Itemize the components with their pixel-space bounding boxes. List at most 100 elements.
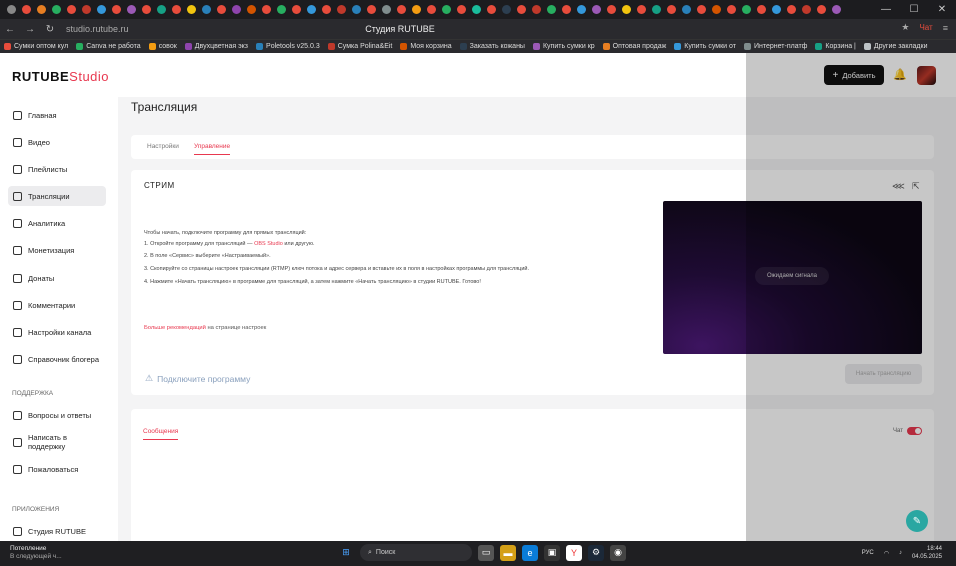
browser-tab-icon[interactable]	[424, 0, 439, 19]
rutube-studio-logo[interactable]: RUTUBEStudio	[12, 69, 109, 84]
sidebar-item-broadcast[interactable]: Трансляции	[8, 186, 106, 206]
browser-tab-icon[interactable]	[829, 0, 844, 19]
browser-tab-icon[interactable]	[379, 0, 394, 19]
browser-tab-icon[interactable]	[64, 0, 79, 19]
browser-tab-icon[interactable]	[19, 0, 34, 19]
browser-tab-icon[interactable]	[619, 0, 634, 19]
browser-tab-icon[interactable]	[439, 0, 454, 19]
obs-icon[interactable]: ◉	[610, 544, 626, 561]
bookmark-item[interactable]: Другие закладки	[863, 43, 928, 50]
sidebar-item-settings[interactable]: Настройки канала	[8, 322, 106, 342]
volume-icon[interactable]: ♪	[899, 550, 902, 556]
browser-tab-icon[interactable]	[319, 0, 334, 19]
sidebar-item-studio-app[interactable]: Студия RUTUBE	[8, 521, 106, 541]
bookmark-item[interactable]: Оптовая продаж	[602, 43, 666, 50]
browser-tab-icon[interactable]	[244, 0, 259, 19]
browser-tab-icon[interactable]	[4, 0, 19, 19]
browser-tab-icon[interactable]	[139, 0, 154, 19]
browser-tab-icon[interactable]	[529, 0, 544, 19]
minimize-icon[interactable]: —	[872, 0, 900, 19]
browser-tab-icon[interactable]	[664, 0, 679, 19]
browser-tab-icon[interactable]	[364, 0, 379, 19]
browser-tab-icon[interactable]	[334, 0, 349, 19]
browser-tab-icon[interactable]	[784, 0, 799, 19]
bookmark-item[interactable]: Canva не работа	[76, 43, 141, 50]
edge-icon[interactable]: e	[522, 544, 538, 561]
browser-tab-icon[interactable]	[544, 0, 559, 19]
browser-tab-icon[interactable]	[634, 0, 649, 19]
browser-tab-icon[interactable]	[229, 0, 244, 19]
browser-tab-icon[interactable]	[469, 0, 484, 19]
bookmark-item[interactable]: Корзина |	[815, 43, 856, 50]
bookmark-item[interactable]: Двухцветная экз	[184, 43, 248, 50]
browser-tab-icon[interactable]	[649, 0, 664, 19]
sidebar-item-monetization[interactable]: Монетизация	[8, 240, 106, 260]
steam-icon[interactable]: ⚙	[588, 544, 604, 561]
store-icon[interactable]: ▣	[544, 544, 560, 561]
bookmark-item[interactable]: совок	[148, 43, 177, 50]
maximize-icon[interactable]: ☐	[900, 0, 928, 19]
browser-tab-icon[interactable]	[499, 0, 514, 19]
browser-tab-icon[interactable]	[769, 0, 784, 19]
browser-tab-icon[interactable]	[214, 0, 229, 19]
bookmark-star-icon[interactable]: ★	[901, 22, 909, 33]
more-recommendations-link[interactable]: Больше рекомендаций	[144, 325, 206, 331]
chat-label[interactable]: Чат	[919, 23, 932, 32]
browser-tab-icon[interactable]	[109, 0, 124, 19]
explorer-icon[interactable]: ▬	[500, 544, 516, 561]
browser-tab-icon[interactable]	[739, 0, 754, 19]
browser-tab-icon[interactable]	[559, 0, 574, 19]
taskbar-search[interactable]: ⌕ Поиск	[360, 544, 472, 561]
sidebar-item-comments[interactable]: Комментарии	[8, 295, 106, 315]
browser-tab-icon[interactable]	[799, 0, 814, 19]
windows-start-icon[interactable]: ⊞	[338, 545, 354, 561]
sidebar-item-home[interactable]: Главная	[8, 105, 106, 125]
browser-tab-icon[interactable]	[604, 0, 619, 19]
browser-tab-icon[interactable]	[814, 0, 829, 19]
browser-tab-icon[interactable]	[289, 0, 304, 19]
browser-tab-icon[interactable]	[274, 0, 289, 19]
tray-lang[interactable]: РУС	[862, 550, 874, 556]
browser-tab-icon[interactable]	[409, 0, 424, 19]
browser-tab-icon[interactable]	[589, 0, 604, 19]
browser-tab-icon[interactable]	[124, 0, 139, 19]
browser-tab-icon[interactable]	[154, 0, 169, 19]
tab-messages[interactable]: Сообщения	[143, 428, 178, 440]
bookmark-item[interactable]: Poletools v25.0.3	[256, 43, 320, 50]
yandex-browser-icon[interactable]: Y	[566, 544, 582, 561]
clock[interactable]: 18:44 04.05.2025	[912, 545, 942, 561]
browser-tab-icon[interactable]	[184, 0, 199, 19]
browser-tab-icon[interactable]	[454, 0, 469, 19]
browser-tab-icon[interactable]	[394, 0, 409, 19]
sidebar-item-support-1[interactable]: Написать в поддержку	[8, 432, 106, 452]
browser-tab-icon[interactable]	[304, 0, 319, 19]
bookmark-item[interactable]: Купить сумки от	[674, 43, 736, 50]
obs-studio-link[interactable]: OBS Studio	[254, 241, 283, 247]
browser-tab-icon[interactable]	[94, 0, 109, 19]
browser-tab-icon[interactable]	[49, 0, 64, 19]
browser-tab-icon[interactable]	[169, 0, 184, 19]
sidebar-item-donations[interactable]: Донаты	[8, 268, 106, 288]
browser-tab-icon[interactable]	[724, 0, 739, 19]
browser-tab-icon[interactable]	[709, 0, 724, 19]
task-view-icon[interactable]: ▭	[478, 544, 494, 561]
bookmark-item[interactable]: Сумка Polina&Eit	[327, 43, 392, 50]
browser-tab-icon[interactable]	[349, 0, 364, 19]
sidebar-item-support-2[interactable]: Пожаловаться	[8, 459, 106, 479]
sidebar-item-playlist[interactable]: Плейлисты	[8, 159, 106, 179]
bookmark-item[interactable]: Сумки оптом кул	[4, 43, 68, 50]
sidebar-item-analytics[interactable]: Аналитика	[8, 213, 106, 233]
browser-tab-icon[interactable]	[79, 0, 94, 19]
browser-tab-icon[interactable]	[754, 0, 769, 19]
browser-tab-icon[interactable]	[694, 0, 709, 19]
help-chat-button[interactable]: ✎	[906, 510, 928, 532]
browser-tab-icon[interactable]	[34, 0, 49, 19]
browser-tab-icon[interactable]	[484, 0, 499, 19]
sidebar-item-guide[interactable]: Справочник блогера	[8, 349, 106, 369]
browser-tab-icon[interactable]	[574, 0, 589, 19]
tab-settings[interactable]: Настройки	[147, 143, 179, 150]
tab-management[interactable]: Управление	[194, 143, 231, 155]
close-icon[interactable]: ✕	[928, 0, 956, 19]
sidebar-item-video[interactable]: Видео	[8, 132, 106, 152]
browser-tab-icon[interactable]	[679, 0, 694, 19]
